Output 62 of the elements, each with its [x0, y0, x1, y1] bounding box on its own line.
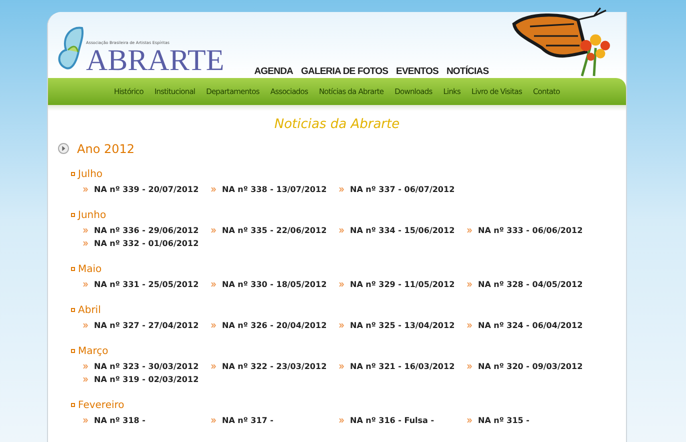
double-chevron-icon	[211, 187, 216, 192]
square-bullet-icon	[71, 349, 75, 353]
top-nav-link[interactable]: GALERIA DE FOTOS	[301, 64, 388, 79]
news-link[interactable]: NA nº 322 - 23/03/2012	[222, 360, 327, 372]
news-link[interactable]: NA nº 328 - 04/05/2012	[478, 278, 583, 290]
news-link[interactable]: NA nº 325 - 13/04/2012	[350, 320, 455, 332]
news-link[interactable]: NA nº 324 - 06/04/2012	[478, 320, 583, 332]
double-chevron-icon	[339, 364, 344, 369]
news-link[interactable]: NA nº 332 - 01/06/2012	[94, 238, 199, 250]
news-link[interactable]: NA nº 317 -	[222, 414, 274, 426]
double-chevron-icon	[83, 241, 88, 246]
news-link[interactable]: NA nº 335 - 22/06/2012	[222, 224, 327, 236]
news-link[interactable]: NA nº 336 - 29/06/2012	[94, 224, 199, 236]
news-link[interactable]: NA nº 318 -	[94, 414, 146, 426]
news-link[interactable]: NA nº 331 - 25/05/2012	[94, 278, 199, 290]
double-chevron-icon	[339, 323, 344, 328]
logo-wordmark: ABRARTE	[86, 46, 224, 76]
news-link[interactable]: NA nº 321 - 16/03/2012	[350, 360, 455, 372]
square-bullet-icon	[71, 172, 75, 176]
news-link[interactable]: NA nº 337 - 06/07/2012	[350, 184, 455, 196]
double-chevron-icon	[467, 418, 472, 423]
double-chevron-icon	[83, 282, 88, 287]
news-link[interactable]: NA nº 319 - 02/03/2012	[94, 374, 199, 386]
news-link[interactable]: NA nº 329 - 11/05/2012	[350, 278, 455, 290]
double-chevron-icon	[211, 364, 216, 369]
double-chevron-icon	[83, 418, 88, 423]
double-chevron-icon	[211, 323, 216, 328]
square-bullet-icon	[71, 267, 75, 271]
double-chevron-icon	[83, 364, 88, 369]
news-link[interactable]: NA nº 330 - 18/05/2012	[222, 278, 327, 290]
news-link[interactable]: NA nº 320 - 09/03/2012	[478, 360, 583, 372]
square-bullet-icon	[71, 403, 75, 407]
news-link[interactable]: NA nº 338 - 13/07/2012	[222, 184, 327, 196]
news-link[interactable]: NA nº 339 - 20/07/2012	[94, 184, 199, 196]
double-chevron-icon	[467, 323, 472, 328]
double-chevron-icon	[83, 187, 88, 192]
double-chevron-icon	[83, 377, 88, 382]
news-link[interactable]: NA nº 316 - Fulsa -	[350, 414, 434, 426]
double-chevron-icon	[211, 228, 216, 233]
top-nav-link[interactable]: EVENTOS	[396, 64, 438, 79]
double-chevron-icon	[211, 418, 216, 423]
news-link[interactable]: NA nº 333 - 06/06/2012	[478, 224, 583, 236]
double-chevron-icon	[339, 228, 344, 233]
double-chevron-icon	[83, 323, 88, 328]
page-title: Noticias da Abrarte	[274, 116, 400, 134]
double-chevron-icon	[211, 282, 216, 287]
news-link[interactable]: NA nº 327 - 27/04/2012	[94, 320, 199, 332]
double-chevron-icon	[339, 187, 344, 192]
double-chevron-icon	[339, 418, 344, 423]
news-link[interactable]: NA nº 334 - 15/06/2012	[350, 224, 455, 236]
news-link[interactable]: NA nº 315 -	[478, 414, 530, 426]
double-chevron-icon	[339, 282, 344, 287]
top-nav-link[interactable]: NOTÍCIAS	[446, 64, 489, 79]
double-chevron-icon	[467, 228, 472, 233]
double-chevron-icon	[467, 364, 472, 369]
square-bullet-icon	[71, 213, 75, 217]
double-chevron-icon	[467, 282, 472, 287]
news-link[interactable]: NA nº 326 - 20/04/2012	[222, 320, 327, 332]
square-bullet-icon	[71, 308, 75, 312]
top-nav-link[interactable]: AGENDA	[254, 64, 293, 79]
double-chevron-icon	[83, 228, 88, 233]
news-link[interactable]: NA nº 323 - 30/03/2012	[94, 360, 199, 372]
